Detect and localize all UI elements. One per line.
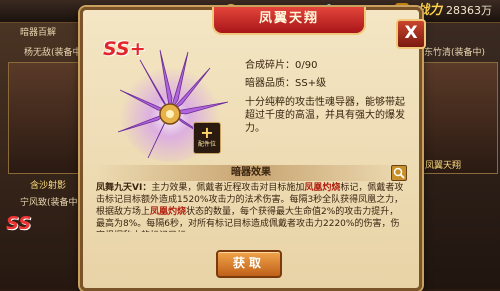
effect-header: 暗器效果 [96, 165, 406, 181]
dialog-title: 凤翼天翔 [212, 7, 366, 35]
fragments-row: 合成碎片：0/90 [245, 60, 318, 71]
left-item-card[interactable] [8, 62, 86, 174]
rarity-badge: SS+ [103, 38, 146, 60]
ss-rank-logo: SS [6, 213, 32, 234]
item-description: 十分纯粹的攻击性魂导器，能够带起超过千度的高温，并具有强大的爆发力。 [245, 97, 405, 134]
close-button[interactable]: X [396, 19, 426, 49]
right-item-label: 凤翼天翔 [425, 161, 462, 171]
accessory-slot-label: 配件位 [197, 141, 216, 148]
right-equipped-name: 东竹清(装备中) [424, 48, 486, 58]
left-equipped-name: 杨无敌(装备中) [24, 48, 86, 58]
effect-description: 凤舞九天VI：主力效果，佩戴者近程攻击对目标施加凤凰灼烧标记，佩戴者攻击标记目标… [96, 183, 404, 232]
left-item-label: 含沙射影 [30, 181, 67, 191]
left-tab-label: 暗器百解 [20, 28, 57, 38]
left-equipped-name-2: 宁风致(装备中) [20, 198, 82, 208]
obtain-button[interactable]: 获取 [216, 250, 282, 278]
quality-row: 暗器品质：SS+级 [245, 78, 327, 89]
search-icon[interactable] [391, 165, 407, 181]
power-counter: 战力 28363万 [416, 3, 493, 18]
plus-icon: + [200, 123, 214, 142]
accessory-slot-button[interactable]: + 配件位 [193, 122, 221, 154]
